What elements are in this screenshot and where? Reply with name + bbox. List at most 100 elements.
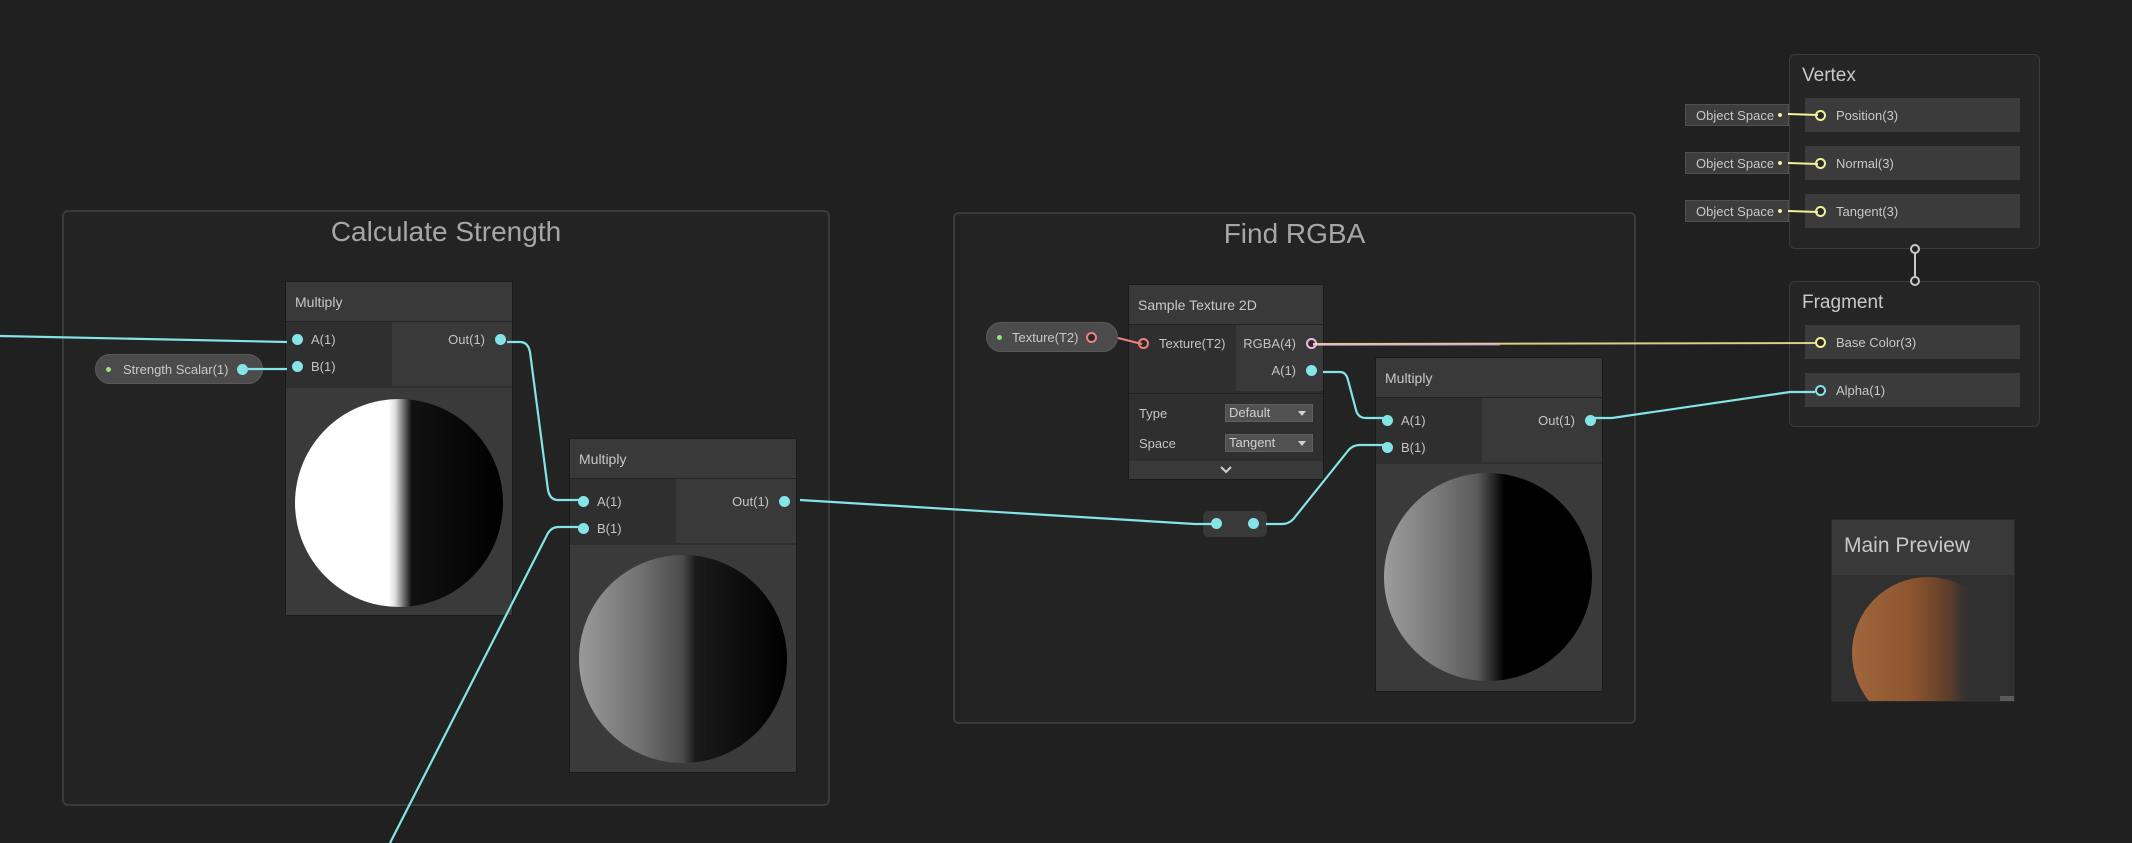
main-preview-panel[interactable]: Main Preview: [1831, 519, 2015, 702]
port-label: Out(1): [1538, 412, 1575, 428]
context-title: Vertex: [1802, 65, 1856, 86]
port-dot-icon[interactable]: [1382, 441, 1393, 453]
property-label: Texture(T2): [1012, 329, 1079, 345]
space-tag-tangent[interactable]: Object Space: [1685, 200, 1789, 222]
connector-dot-icon: [1778, 209, 1782, 213]
multiply-node-1[interactable]: Multiply A(1) B(1) Out(1): [285, 281, 513, 616]
input-port-b[interactable]: B(1): [578, 518, 622, 538]
port-dot-icon[interactable]: [1815, 157, 1826, 169]
main-preview-title[interactable]: Main Preview: [1844, 534, 1970, 558]
property-label: Strength Scalar(1): [123, 361, 229, 377]
port-label: A(1): [1401, 412, 1426, 428]
node-preview: [1376, 464, 1602, 691]
output-port-a[interactable]: A(1): [1271, 360, 1317, 380]
block-tangent[interactable]: Tangent(3): [1805, 194, 2020, 228]
port-dot-icon[interactable]: [1306, 364, 1317, 376]
input-port-b[interactable]: B(1): [1382, 437, 1426, 457]
space-dropdown[interactable]: Tangent: [1225, 434, 1313, 452]
space-tag-position[interactable]: Object Space: [1685, 104, 1789, 126]
vertex-context[interactable]: Vertex Position(3) Normal(3) Tangent(3): [1789, 54, 2040, 249]
output-port-out[interactable]: Out(1): [1538, 410, 1596, 430]
port-dot-icon[interactable]: [1585, 414, 1596, 426]
port-dot-icon[interactable]: [495, 333, 506, 345]
connector-dot-icon: [1778, 161, 1782, 165]
port-dot-icon[interactable]: [1248, 518, 1259, 529]
port-dot-icon[interactable]: [578, 495, 589, 507]
port-dot-icon[interactable]: [1815, 336, 1826, 348]
port-dot-icon[interactable]: [1306, 337, 1317, 349]
strength-scalar-property[interactable]: Strength Scalar(1): [95, 354, 263, 384]
node-title[interactable]: Multiply: [286, 282, 512, 322]
block-label: Tangent(3): [1836, 203, 1899, 219]
port-label: A(1): [311, 331, 336, 347]
connector-dot-icon: [1778, 113, 1782, 117]
port-dot-icon[interactable]: [1138, 337, 1149, 349]
property-dot-icon: [997, 334, 1002, 340]
sample-texture-2d-node[interactable]: Sample Texture 2D Texture(T2) RGBA(4) A(…: [1128, 284, 1324, 480]
output-port-out[interactable]: Out(1): [732, 491, 790, 511]
block-label: Alpha(1): [1836, 382, 1886, 398]
block-label: Base Color(3): [1836, 334, 1917, 350]
port-label: B(1): [1401, 439, 1426, 455]
space-label: Space: [1139, 436, 1176, 451]
port-dot-icon[interactable]: [1815, 205, 1826, 217]
port-label: Out(1): [448, 331, 485, 347]
chevron-down-icon: [1220, 466, 1232, 474]
group-title[interactable]: Calculate Strength: [64, 216, 828, 248]
input-port-a[interactable]: A(1): [1382, 410, 1426, 430]
multiply-node-2[interactable]: Multiply A(1) B(1) Out(1): [569, 438, 797, 773]
space-tag-label: Object Space: [1696, 203, 1775, 219]
triangle-down-icon: [1298, 441, 1306, 446]
space-tag-label: Object Space: [1696, 107, 1775, 123]
port-label: B(1): [311, 358, 336, 374]
block-position[interactable]: Position(3): [1805, 98, 2020, 132]
port-dot-icon[interactable]: [292, 333, 303, 345]
preview-sphere: [1852, 577, 2004, 701]
port-label: RGBA(4): [1243, 335, 1296, 351]
block-base-color[interactable]: Base Color(3): [1805, 325, 2020, 359]
type-dropdown[interactable]: Default: [1225, 404, 1313, 422]
resize-handle-icon[interactable]: [2000, 696, 2014, 701]
context-title: Fragment: [1802, 292, 1884, 313]
input-port-a[interactable]: A(1): [292, 329, 336, 349]
input-port-a[interactable]: A(1): [578, 491, 622, 511]
vertex-fragment-connector: [1910, 244, 1920, 286]
reroute-node[interactable]: [1203, 511, 1267, 537]
space-tag-label: Object Space: [1696, 155, 1775, 171]
multiply-node-3[interactable]: Multiply A(1) B(1) Out(1): [1375, 357, 1603, 692]
port-dot-icon[interactable]: [578, 522, 589, 534]
port-dot-icon[interactable]: [236, 363, 248, 375]
input-port-b[interactable]: B(1): [292, 356, 336, 376]
port-dot-icon[interactable]: [292, 360, 303, 372]
group-title[interactable]: Find RGBA: [955, 218, 1634, 250]
dropdown-value: Default: [1229, 405, 1271, 420]
fragment-context[interactable]: Fragment Base Color(3) Alpha(1): [1789, 281, 2040, 427]
node-preview: [286, 388, 512, 615]
port-label: Out(1): [732, 493, 769, 509]
texture-property[interactable]: Texture(T2): [986, 322, 1118, 352]
port-dot-icon[interactable]: [779, 495, 790, 507]
output-port-out[interactable]: Out(1): [448, 329, 506, 349]
port-dot-icon[interactable]: [1815, 109, 1826, 121]
preview-sphere: [579, 555, 787, 763]
triangle-down-icon: [1298, 411, 1306, 416]
port-dot-icon[interactable]: [1211, 518, 1222, 529]
node-title[interactable]: Multiply: [1376, 358, 1602, 398]
node-title[interactable]: Sample Texture 2D: [1129, 285, 1323, 325]
node-preview: [570, 545, 796, 772]
port-label: B(1): [597, 520, 622, 536]
input-port-texture[interactable]: Texture(T2): [1138, 333, 1225, 353]
preview-sphere: [1384, 473, 1592, 681]
block-normal[interactable]: Normal(3): [1805, 146, 2020, 180]
block-alpha[interactable]: Alpha(1): [1805, 373, 2020, 407]
port-dot-icon[interactable]: [1382, 414, 1393, 426]
node-title[interactable]: Multiply: [570, 439, 796, 479]
port-dot-icon[interactable]: [1086, 331, 1098, 343]
space-tag-normal[interactable]: Object Space: [1685, 152, 1789, 174]
output-port-rgba[interactable]: RGBA(4): [1243, 333, 1317, 353]
port-dot-icon[interactable]: [1815, 384, 1826, 396]
expand-toggle[interactable]: [1129, 461, 1323, 479]
type-label: Type: [1139, 406, 1168, 421]
dropdown-value: Tangent: [1229, 435, 1276, 450]
main-preview-viewport[interactable]: [1832, 575, 2014, 701]
